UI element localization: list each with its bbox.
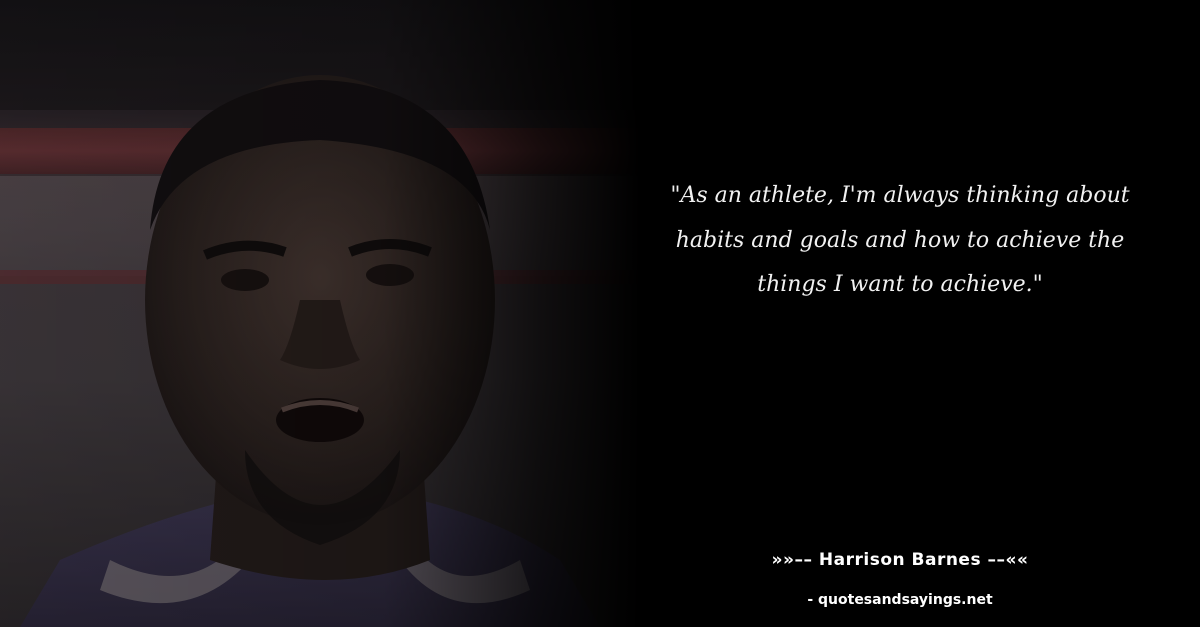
author-name: Harrison Barnes bbox=[818, 550, 982, 570]
portrait-photo bbox=[0, 0, 640, 627]
author-prefix: »»–– bbox=[771, 550, 819, 570]
author-suffix: ––«« bbox=[981, 550, 1029, 570]
quote-text: "As an athlete, I'm always thinking abou… bbox=[670, 183, 1130, 297]
quote-card: "As an athlete, I'm always thinking abou… bbox=[0, 0, 1200, 627]
photo-fade-overlay bbox=[0, 0, 640, 627]
author-line: »»–– Harrison Barnes ––«« bbox=[640, 550, 1160, 570]
source-prefix: - bbox=[807, 592, 819, 608]
source-site: quotesandsayings.net bbox=[818, 592, 993, 608]
source-line: - quotesandsayings.net bbox=[640, 592, 1160, 608]
